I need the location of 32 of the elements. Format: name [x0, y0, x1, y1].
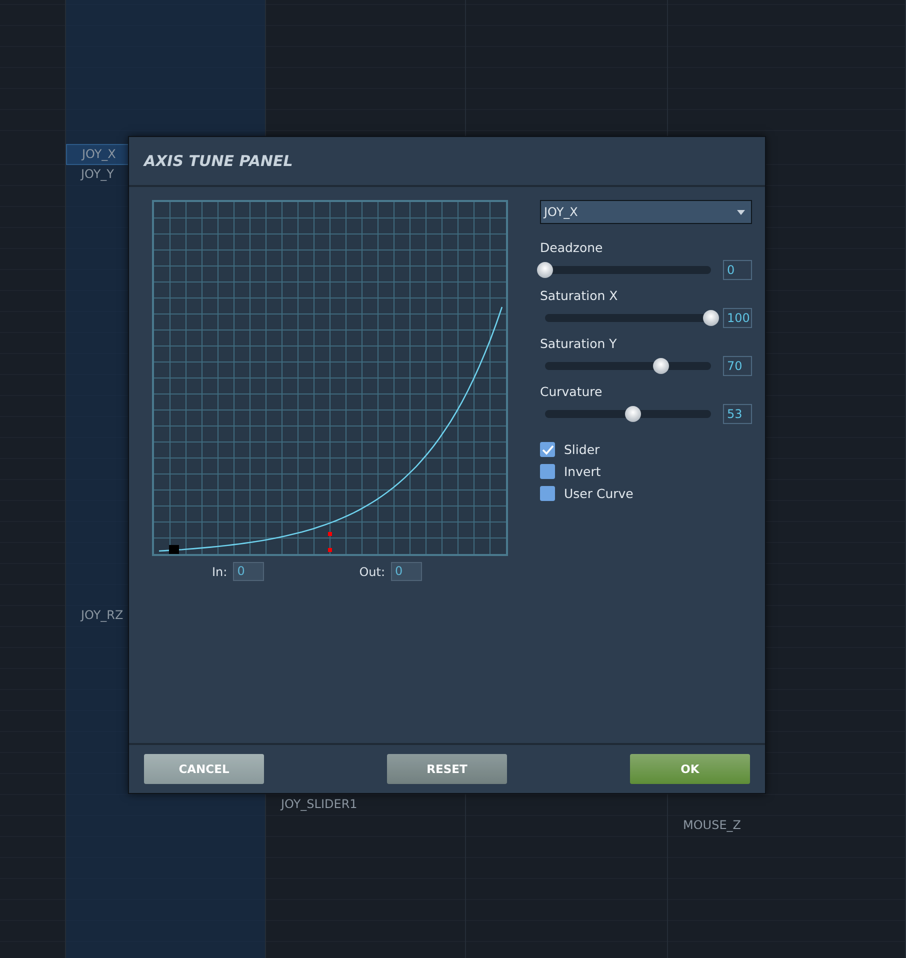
checkbox-label: User Curve [564, 486, 634, 501]
checkbox[interactable] [540, 442, 555, 457]
checkbox-label: Slider [564, 442, 600, 457]
slider-label: Curvature [540, 384, 604, 399]
axis-dropdown[interactable]: JOY_X [540, 200, 752, 224]
readout-field: 0 [233, 562, 264, 581]
curve-handle[interactable] [169, 545, 179, 554]
readout-label: Out: [359, 564, 385, 578]
value-field[interactable]: 53 [723, 404, 752, 424]
ok-button[interactable]: OK [630, 754, 750, 784]
slider-label: Deadzone [540, 240, 604, 255]
reset-button[interactable]: RESET [387, 754, 507, 784]
list-item[interactable]: JOY_SLIDER1 [266, 795, 466, 816]
slider-thumb[interactable] [703, 310, 719, 326]
dialog-title: AXIS TUNE PANEL [144, 152, 293, 170]
slider-thumb[interactable] [653, 358, 670, 374]
value-field[interactable]: 70 [723, 356, 752, 376]
readout-field: 0 [391, 562, 422, 581]
slider-thumb[interactable] [624, 406, 641, 422]
list-item[interactable]: MOUSE_Z [668, 816, 906, 837]
curve-marker [328, 532, 332, 536]
slider-label: Saturation X [540, 288, 619, 303]
readout-label: In: [212, 564, 228, 578]
value-field[interactable]: 0 [723, 260, 752, 280]
checkbox[interactable] [540, 464, 555, 479]
checkbox[interactable] [540, 486, 555, 501]
slider-thumb[interactable] [537, 262, 553, 278]
checkbox-label: Invert [564, 464, 601, 479]
caret-icon [737, 210, 745, 214]
slider-label: Saturation Y [540, 336, 618, 351]
value-field[interactable]: 100 [723, 308, 752, 328]
axis-marker [328, 548, 332, 552]
